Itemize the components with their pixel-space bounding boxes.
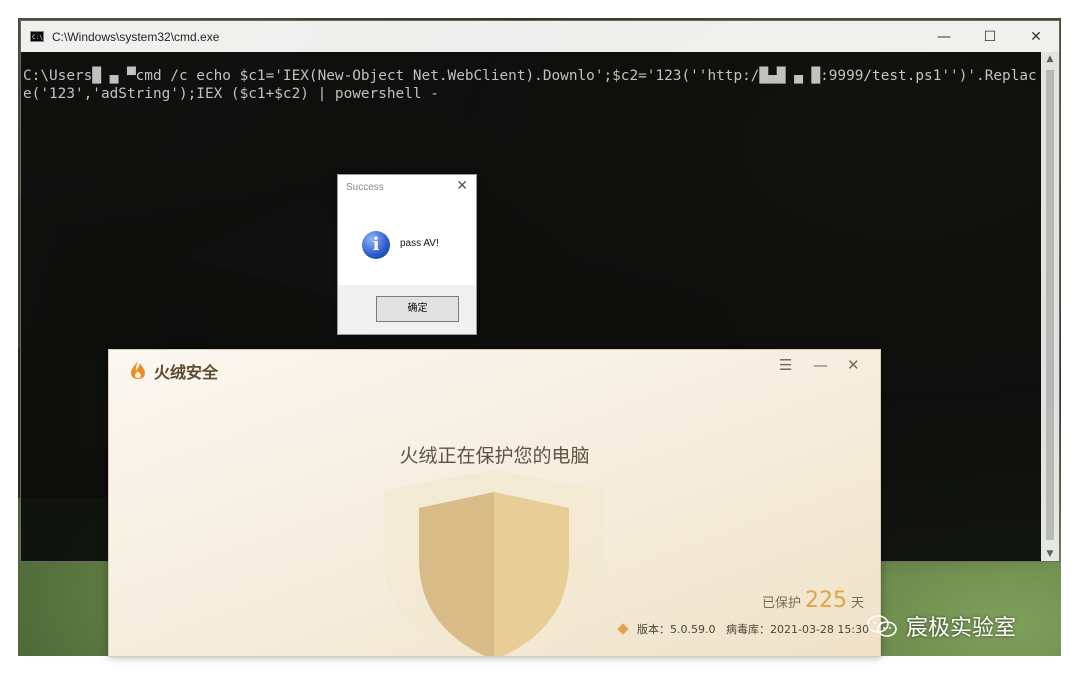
- menu-icon[interactable]: ☰: [779, 356, 792, 374]
- cmd-close-button[interactable]: ✕: [1013, 21, 1059, 52]
- huorong-app-name: 火绒安全: [154, 363, 219, 382]
- scrollbar-thumb[interactable]: [1046, 70, 1054, 540]
- cmd-maximize-button[interactable]: ☐: [967, 21, 1013, 52]
- cmd-command-line[interactable]: C:\Users█ ▄ ▀cmd /c echo $c1='IEX(New-Ob…: [23, 67, 1039, 103]
- dialog-title: Success: [346, 182, 384, 193]
- protected-days-counter: 已保护 225 天: [762, 588, 864, 613]
- scroll-down-icon[interactable]: ▼: [1041, 549, 1059, 559]
- huorong-window[interactable]: 火绒安全 ☰ — ✕ 火绒正在保护您的电脑 已保护 225 天 版本：5.0.59.…: [108, 349, 881, 657]
- wechat-watermark: 宸极实验室: [866, 610, 1016, 642]
- protected-prefix: 已保护: [762, 596, 802, 611]
- version-label: 版本：5.0.59.0: [637, 623, 716, 636]
- cmd-minimize-button[interactable]: —: [921, 21, 967, 52]
- success-dialog[interactable]: Success ✕ i pass AV! 确定: [337, 174, 477, 335]
- shield-icon: [384, 470, 604, 656]
- flame-logo-icon: [131, 361, 145, 379]
- huorong-close-button[interactable]: ✕: [847, 356, 860, 374]
- cmd-app-icon: C:\: [30, 31, 44, 42]
- cmd-window-title: C:\Windows\system32\cmd.exe: [52, 29, 220, 44]
- watermark-text: 宸极实验室: [906, 616, 1017, 641]
- ok-button[interactable]: 确定: [376, 296, 459, 322]
- protected-suffix: 天: [851, 596, 865, 611]
- cmd-scrollbar[interactable]: ▲ ▼: [1041, 52, 1059, 561]
- protection-status-heading: 火绒正在保护您的电脑: [399, 445, 590, 467]
- dialog-close-button[interactable]: ✕: [456, 178, 468, 194]
- dialog-message: pass AV!: [400, 238, 439, 249]
- protected-days-value: 225: [805, 588, 848, 613]
- diamond-icon: [617, 623, 629, 635]
- wechat-icon: [867, 615, 897, 637]
- scroll-up-icon[interactable]: ▲: [1041, 54, 1059, 64]
- virus-db-label: 病毒库：2021-03-28 15:30: [725, 623, 870, 636]
- cmd-titlebar[interactable]: C:\ C:\Windows\system32\cmd.exe — ☐ ✕: [21, 21, 1059, 52]
- info-icon: i: [362, 231, 390, 259]
- dialog-footer: 确定: [338, 285, 476, 334]
- version-info: 版本：5.0.59.0 病毒库：2021-03-28 15:30: [617, 621, 870, 637]
- huorong-minimize-button[interactable]: —: [813, 356, 828, 374]
